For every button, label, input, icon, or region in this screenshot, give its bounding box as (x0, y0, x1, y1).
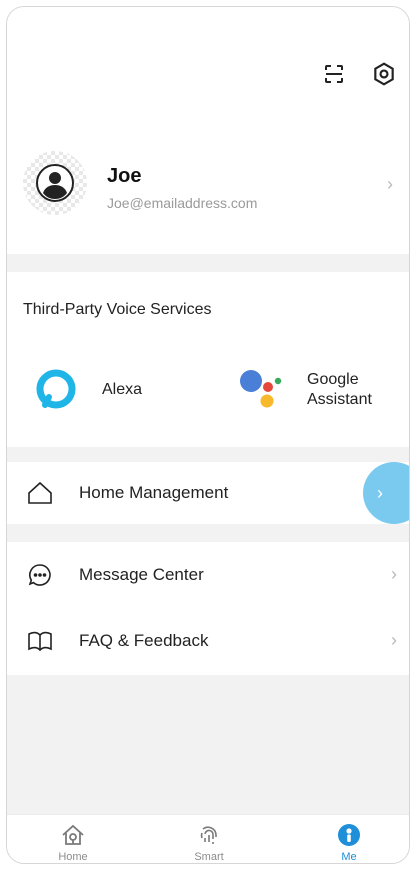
faq-feedback-row[interactable]: FAQ & Feedback › (7, 608, 409, 674)
google-assistant-label-line1: Google (307, 371, 359, 388)
message-bubble-icon (28, 564, 51, 586)
profile-panel: Joe Joe@emailaddress.com › (7, 7, 409, 254)
home-management-label: Home Management (79, 483, 229, 502)
google-assistant-label-line2: Assistant (307, 391, 372, 408)
alexa-icon (36, 369, 76, 409)
home-icon (62, 824, 84, 845)
alexa-label: Alexa (102, 381, 143, 398)
google-assistant-icon (240, 370, 282, 408)
scan-button[interactable] (319, 59, 349, 89)
avatar[interactable] (23, 151, 87, 215)
scan-icon (325, 65, 343, 83)
home-management-row[interactable]: Home Management (7, 462, 409, 524)
message-center-row[interactable]: Message Center › (7, 542, 409, 608)
voice-services-title: Third-Party Voice Services (23, 301, 212, 318)
app-screen: Joe Joe@emailaddress.com › Third-Party V… (6, 6, 410, 864)
voice-services-panel: Third-Party Voice Services Alexa Google … (7, 272, 409, 447)
chevron-right-icon: › (377, 482, 383, 503)
home-outline-icon (28, 481, 52, 504)
settings-button[interactable] (369, 59, 399, 89)
faq-feedback-label: FAQ & Feedback (79, 631, 209, 650)
message-center-label: Message Center (79, 565, 204, 584)
menu-panel: Message Center › FAQ & Feedback › (7, 542, 409, 675)
user-avatar-icon (36, 164, 74, 202)
smart-icon (200, 826, 217, 844)
bottom-tab-bar: Home Smart Me (7, 814, 409, 863)
tab-me[interactable]: Me (309, 815, 389, 863)
faq-feedback-chevron-icon: › (391, 630, 397, 650)
profile-chevron-icon[interactable]: › (387, 174, 393, 195)
profile-email: Joe@emailaddress.com (107, 195, 258, 211)
tab-smart[interactable]: Smart (169, 815, 249, 863)
me-icon (338, 824, 360, 846)
tab-home-label: Home (58, 851, 88, 863)
profile-name[interactable]: Joe (107, 165, 141, 188)
book-icon (28, 631, 52, 652)
message-center-chevron-icon: › (391, 564, 397, 584)
tab-smart-label: Smart (194, 851, 224, 863)
tab-me-label: Me (341, 851, 357, 863)
settings-icon (374, 62, 394, 86)
tab-home[interactable]: Home (33, 815, 113, 863)
